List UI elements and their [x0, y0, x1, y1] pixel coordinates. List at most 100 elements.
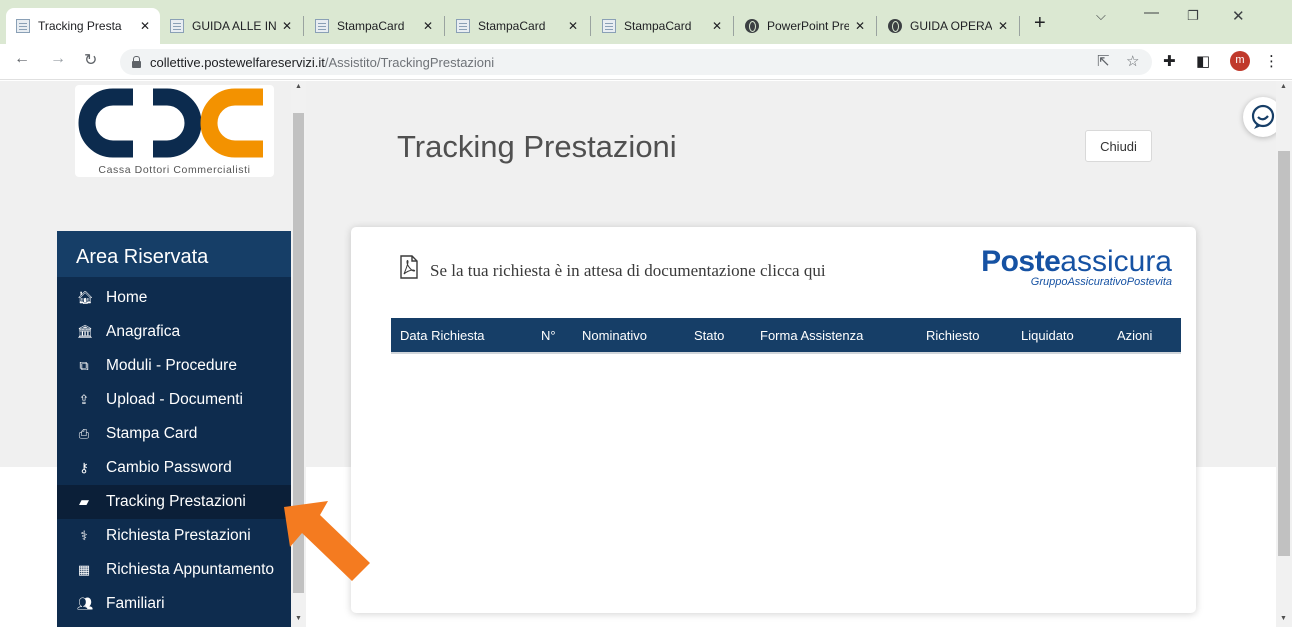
brand-bold: Poste	[981, 245, 1061, 278]
sidebar-item-moduli-procedure[interactable]: ⧉ Moduli - Procedure	[57, 349, 291, 383]
reload-icon[interactable]: ↻	[84, 50, 97, 70]
sidebar-item-label: Home	[106, 289, 148, 306]
stethoscope-icon: ⚕	[80, 528, 88, 543]
side-panel-icon[interactable]: ◧	[1196, 52, 1210, 70]
sidebar-item-label: Familiari	[106, 595, 165, 612]
column-stato[interactable]: Stato	[694, 328, 724, 343]
lock-icon[interactable]	[132, 55, 141, 68]
profile-avatar[interactable]: m	[1230, 51, 1250, 71]
tab-guida-operativa[interactable]: GUIDA OPERAT ✕	[878, 8, 1018, 44]
sidebar-header: Area Riservata	[57, 231, 291, 277]
sidebar-item-label: Anagrafica	[106, 323, 181, 340]
brand-subtitle: GruppoAssicurativoPostevita	[1030, 276, 1172, 288]
tab-stampacard-1[interactable]: StampaCard ✕	[305, 8, 443, 44]
scroll-up-arrow-icon[interactable]: ▲	[295, 83, 302, 90]
column-liquidato[interactable]: Liquidato	[1021, 328, 1074, 343]
posteassicura-logo: Posteassicura GruppoAssicurativoPostevit…	[941, 245, 1172, 288]
column-numero[interactable]: N°	[541, 328, 556, 343]
scroll-up-arrow-icon[interactable]: ▲	[1280, 83, 1287, 90]
bookmark-star-icon[interactable]: ☆	[1126, 52, 1139, 70]
back-arrow-icon[interactable]: ←	[14, 50, 30, 68]
document-favicon-icon	[456, 19, 470, 33]
column-nominativo[interactable]: Nominativo	[582, 328, 647, 343]
tab-title: StampaCard	[337, 19, 405, 33]
sidebar-item-home[interactable]: 🏠︎ Home	[57, 281, 291, 315]
tab-separator	[733, 16, 734, 36]
tab-separator	[1019, 16, 1020, 36]
tab-title: GUIDA ALLE IN	[192, 19, 276, 33]
tab-tracking-prestazioni[interactable]: Tracking Presta ✕	[6, 8, 160, 44]
browser-toolbar: ← → ↻ collettive.postewelfareservizi.it /…	[0, 44, 1292, 80]
globe-favicon-icon	[888, 19, 902, 33]
column-richiesto[interactable]: Richiesto	[926, 328, 979, 343]
column-forma-assistenza[interactable]: Forma Assistenza	[760, 328, 863, 343]
upload-icon: ⇪	[78, 392, 90, 407]
scroll-down-arrow-icon[interactable]: ▼	[1280, 615, 1287, 622]
sidebar-item-label: Richiesta Appuntamento	[106, 561, 275, 578]
globe-favicon-icon	[745, 19, 759, 33]
logo-caption: Cassa Dottori Commercialisti	[98, 164, 251, 176]
restore-icon[interactable]: ❐	[1187, 8, 1199, 24]
copy-icon: ⧉	[79, 358, 89, 373]
sidebar-item-richiesta-prestazioni[interactable]: ⚕ Richiesta Prestazioni	[57, 519, 291, 553]
scroll-down-arrow-icon[interactable]: ▼	[295, 615, 302, 622]
sidebar-item-richiesta-appuntamento[interactable]: ▦ Richiesta Appuntamento	[57, 553, 291, 587]
documentation-notice-link[interactable]: Se la tua richiesta è in attesa di docum…	[399, 258, 899, 284]
tab-powerpoint[interactable]: PowerPoint Pre ✕	[735, 8, 875, 44]
address-bar[interactable]: collettive.postewelfareservizi.it/Assist…	[120, 49, 1152, 75]
sidebar-item-label: Moduli - Procedure	[106, 357, 237, 374]
sidebar-item-label: Cambio Password	[106, 459, 232, 476]
close-tab-icon[interactable]: ✕	[998, 19, 1008, 33]
minimize-icon[interactable]: —	[1144, 4, 1159, 21]
close-tab-icon[interactable]: ✕	[712, 19, 722, 33]
table-header: Data Richiesta N° Nominativo Stato Forma…	[391, 318, 1181, 354]
column-data-richiesta[interactable]: Data Richiesta	[400, 328, 485, 343]
print-icon: ⎙	[78, 426, 90, 441]
sidebar-item-upload-documenti[interactable]: ⇪ Upload - Documenti	[57, 383, 291, 417]
tab-title: Tracking Presta	[38, 19, 122, 33]
sidebar-item-tracking-prestazioni[interactable]: ▰ Tracking Prestazioni	[57, 485, 291, 519]
share-icon[interactable]: ⇱	[1097, 52, 1110, 70]
key-icon: ⚷	[79, 460, 89, 475]
sidebar-item-label: Upload - Documenti	[106, 391, 243, 408]
tab-stampacard-2[interactable]: StampaCard ✕	[446, 8, 588, 44]
users-icon: 👥︎	[77, 596, 94, 611]
close-button[interactable]: Chiudi	[1085, 130, 1152, 162]
cdc-logo[interactable]: Cassa Dottori Commercialisti	[75, 85, 274, 177]
close-tab-icon[interactable]: ✕	[855, 19, 865, 33]
column-azioni[interactable]: Azioni	[1117, 328, 1152, 343]
cdc-logo-mark	[78, 88, 263, 158]
document-favicon-icon	[315, 19, 329, 33]
home-icon: 🏠︎	[77, 290, 94, 305]
url-host: collettive.postewelfareservizi.it	[150, 54, 325, 70]
sidebar-item-label: Richiesta Prestazioni	[106, 527, 251, 544]
tab-search-chevron-icon[interactable]: ⌵	[1096, 8, 1106, 24]
close-tab-icon[interactable]: ✕	[140, 19, 150, 33]
sidebar-menu: 🏠︎ Home 🏛︎ Anagrafica ⧉ Moduli - Procedure ⇪ Up…	[57, 281, 291, 621]
page-scrollbar[interactable]: ▲ ▼	[1276, 81, 1292, 627]
close-window-icon[interactable]: ✕	[1232, 7, 1245, 25]
sidebar-item-familiari[interactable]: 👥︎ Familiari	[57, 587, 291, 621]
sidebar-item-stampa-card[interactable]: ⎙ Stampa Card	[57, 417, 291, 451]
sidebar-item-cambio-password[interactable]: ⚷ Cambio Password	[57, 451, 291, 485]
tracking-card: Se la tua richiesta è in attesa di docum…	[351, 227, 1196, 613]
url-path: /Assistito/TrackingPrestazioni	[324, 54, 495, 70]
brand-regular: assicura	[1060, 245, 1172, 278]
new-tab-icon[interactable]: +	[1034, 12, 1046, 35]
tab-separator	[303, 16, 304, 36]
document-favicon-icon	[16, 19, 30, 33]
tab-stampacard-3[interactable]: StampaCard ✕	[592, 8, 732, 44]
forward-arrow-icon[interactable]: →	[50, 50, 66, 68]
browser-tab-strip: Tracking Presta ✕ GUIDA ALLE IN ✕ Stampa…	[0, 0, 1292, 44]
orange-pointer-arrow	[284, 501, 370, 581]
close-tab-icon[interactable]: ✕	[568, 19, 578, 33]
scrollbar-thumb[interactable]	[1278, 151, 1290, 556]
document-favicon-icon	[602, 19, 616, 33]
tab-guida-alle[interactable]: GUIDA ALLE IN ✕	[160, 8, 302, 44]
tab-title: StampaCard	[478, 19, 546, 33]
close-tab-icon[interactable]: ✕	[282, 19, 292, 33]
sidebar-item-anagrafica[interactable]: 🏛︎ Anagrafica	[57, 315, 291, 349]
close-tab-icon[interactable]: ✕	[423, 19, 433, 33]
menu-kebab-icon[interactable]: ⋮	[1264, 52, 1279, 70]
extensions-puzzle-icon[interactable]: ✚	[1163, 52, 1176, 70]
